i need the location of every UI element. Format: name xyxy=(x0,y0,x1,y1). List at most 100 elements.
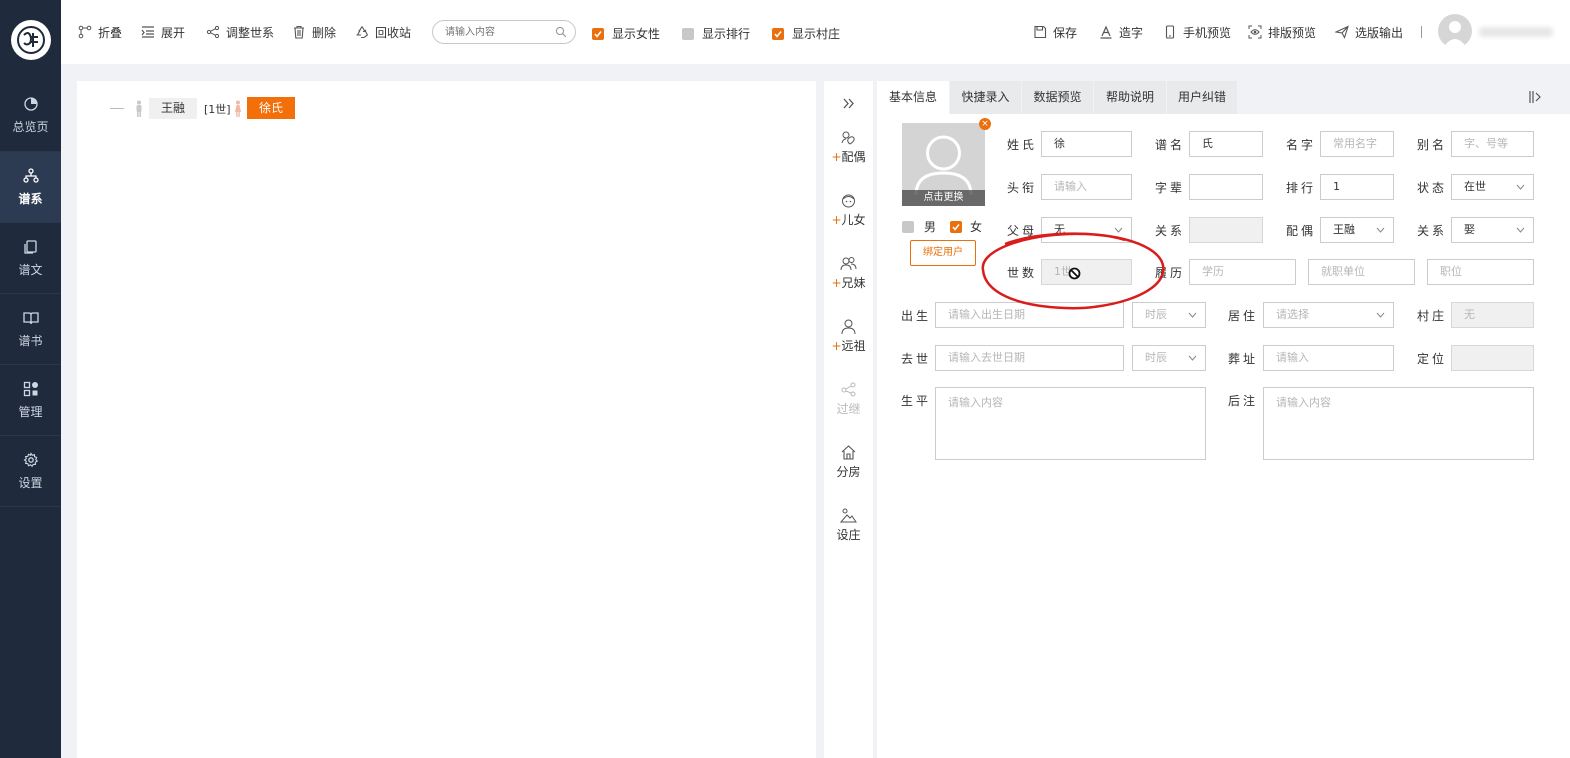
birth-label: 出生 xyxy=(901,309,932,323)
tree-node-generation: [1世] xyxy=(204,103,231,116)
nav-genealogy[interactable]: 谱系 xyxy=(0,152,61,223)
show-village-checkbox[interactable]: 显示村庄 xyxy=(772,25,840,42)
employer-field[interactable]: 就职单位 xyxy=(1308,259,1415,285)
relation2-select[interactable]: 娶 xyxy=(1451,217,1534,243)
user-avatar[interactable] xyxy=(1438,14,1472,48)
male-person-icon xyxy=(136,100,142,117)
village-field: 无 xyxy=(1451,302,1534,328)
female-person-icon xyxy=(235,100,241,117)
nav-settings[interactable]: 设置 xyxy=(0,436,61,507)
save-button[interactable]: 保存 xyxy=(1033,22,1077,42)
zibei-field[interactable] xyxy=(1189,174,1263,200)
nav-articles[interactable]: 谱文 xyxy=(0,223,61,294)
add-spouse-button[interactable]: +配偶 xyxy=(824,129,873,165)
send-icon xyxy=(1335,25,1349,39)
add-siblings-button[interactable]: +兄妹 xyxy=(824,255,873,291)
mobile-icon xyxy=(1165,25,1175,39)
death-hour-select[interactable]: 时辰 xyxy=(1132,345,1206,371)
document-icon xyxy=(23,239,37,254)
nav-articles-label: 谱文 xyxy=(18,262,43,277)
tree-node-spouse[interactable]: 徐氏 xyxy=(247,97,296,119)
recycle-bin-button[interactable]: 回收站 xyxy=(355,22,411,42)
bind-user-button[interactable]: 绑定用户 xyxy=(910,240,976,266)
birth-hour-select[interactable]: 时辰 xyxy=(1132,302,1206,328)
title-field[interactable]: 请输入 xyxy=(1041,174,1132,200)
gender-female-label: 女 xyxy=(970,220,983,234)
change-photo-button[interactable]: 点击更换 xyxy=(902,190,985,206)
adopt-button[interactable]: 过继 xyxy=(824,381,873,417)
surname-label: 姓氏 xyxy=(1007,138,1038,152)
layout-preview-button[interactable]: 排版预览 xyxy=(1248,22,1316,42)
relation2-value: 娶 xyxy=(1464,223,1475,236)
remove-photo-icon[interactable]: × xyxy=(979,118,991,130)
show-rank-checkbox[interactable]: 显示排行 xyxy=(682,25,750,42)
surname-field[interactable]: 徐 xyxy=(1041,131,1132,157)
nav-manage[interactable]: 管理 xyxy=(0,365,61,436)
status-select[interactable]: 在世 xyxy=(1451,174,1534,200)
rank-field[interactable]: 1 xyxy=(1320,174,1394,200)
spouse-select[interactable]: 王融 xyxy=(1320,217,1394,243)
grid-icon xyxy=(23,381,38,396)
add-children-button[interactable]: +儿女 xyxy=(824,192,873,228)
education-field[interactable]: 学历 xyxy=(1189,259,1296,285)
biography-textarea[interactable]: 请输入内容 xyxy=(935,387,1206,460)
tree-node-root[interactable]: 王融 xyxy=(149,98,198,119)
gender-male-label: 男 xyxy=(924,220,937,234)
collapse-button[interactable]: 折叠 xyxy=(78,22,122,42)
location-field[interactable] xyxy=(1451,345,1534,371)
show-female-checkbox[interactable]: 显示女性 xyxy=(592,25,660,42)
tab-user-correction[interactable]: 用户纠错 xyxy=(1167,81,1237,114)
parents-select[interactable]: 无 xyxy=(1041,217,1132,243)
residence-value: 请选择 xyxy=(1276,308,1309,321)
tab-basic-info[interactable]: 基本信息 xyxy=(877,81,949,114)
chevron-down-icon xyxy=(1516,227,1525,233)
birth-date-field[interactable]: 请输入出生日期 xyxy=(935,302,1124,328)
nav-overview[interactable]: 总览页 xyxy=(0,80,61,152)
collapse-icon xyxy=(78,25,92,39)
mobile-preview-button[interactable]: 手机预览 xyxy=(1163,22,1231,42)
chevron-down-icon xyxy=(1376,227,1385,233)
search-icon[interactable] xyxy=(555,26,567,38)
tab-help[interactable]: 帮助说明 xyxy=(1094,81,1166,114)
set-village-button[interactable]: 设庄 xyxy=(824,507,873,543)
adjust-generation-button[interactable]: 调整世系 xyxy=(206,22,274,42)
residence-select[interactable]: 请选择 xyxy=(1263,302,1394,328)
delete-button[interactable]: 删除 xyxy=(292,22,336,42)
gender-male-checkbox[interactable]: 男 xyxy=(902,218,936,235)
pie-chart-icon xyxy=(23,97,38,111)
pu-name-field[interactable]: 氏 xyxy=(1189,131,1263,157)
toolbar-divider xyxy=(1421,26,1422,38)
death-label: 去世 xyxy=(901,352,932,366)
nav-book[interactable]: 谱书 xyxy=(0,294,61,365)
tab-data-preview[interactable]: 数据预览 xyxy=(1022,81,1093,114)
user-name-redacted[interactable] xyxy=(1479,27,1553,37)
add-children-label: 儿女 xyxy=(841,213,866,227)
gender-female-checkbox[interactable]: 女 xyxy=(950,218,982,235)
burial-field[interactable]: 请输入 xyxy=(1263,345,1394,371)
position-field[interactable]: 职位 xyxy=(1427,259,1534,285)
expand-button[interactable]: 展开 xyxy=(141,22,185,42)
alias-label: 别名 xyxy=(1417,138,1448,152)
add-ancestor-button[interactable]: +远祖 xyxy=(824,318,873,354)
transfer-icon xyxy=(841,382,856,397)
family-tree-canvas[interactable]: 王融 [1世] 徐氏 xyxy=(77,81,816,758)
profile-photo[interactable]: 点击更换 xyxy=(902,123,985,206)
collapse-label: 折叠 xyxy=(98,25,123,40)
alias-field[interactable]: 字、号等 xyxy=(1451,131,1534,157)
book-icon xyxy=(22,311,39,324)
death-hour-value: 时辰 xyxy=(1145,351,1167,364)
collapse-panel-icon[interactable] xyxy=(1528,89,1542,105)
branch-button[interactable]: 分房 xyxy=(824,444,873,480)
app-logo[interactable] xyxy=(0,0,61,80)
tab-quick-entry[interactable]: 快捷录入 xyxy=(950,81,1021,114)
spouse-value: 王融 xyxy=(1333,223,1355,236)
biography-label: 生平 xyxy=(901,394,932,408)
checkbox-unchecked-icon xyxy=(682,27,694,40)
create-char-button[interactable]: 造字 xyxy=(1099,22,1143,42)
given-name-field[interactable]: 常用名字 xyxy=(1320,131,1394,157)
search-input[interactable] xyxy=(445,21,557,43)
death-date-field[interactable]: 请输入去世日期 xyxy=(935,345,1124,371)
select-output-button[interactable]: 选版输出 xyxy=(1335,22,1403,42)
panel-expand-button[interactable] xyxy=(824,95,873,114)
notes-textarea[interactable]: 请输入内容 xyxy=(1263,387,1534,460)
